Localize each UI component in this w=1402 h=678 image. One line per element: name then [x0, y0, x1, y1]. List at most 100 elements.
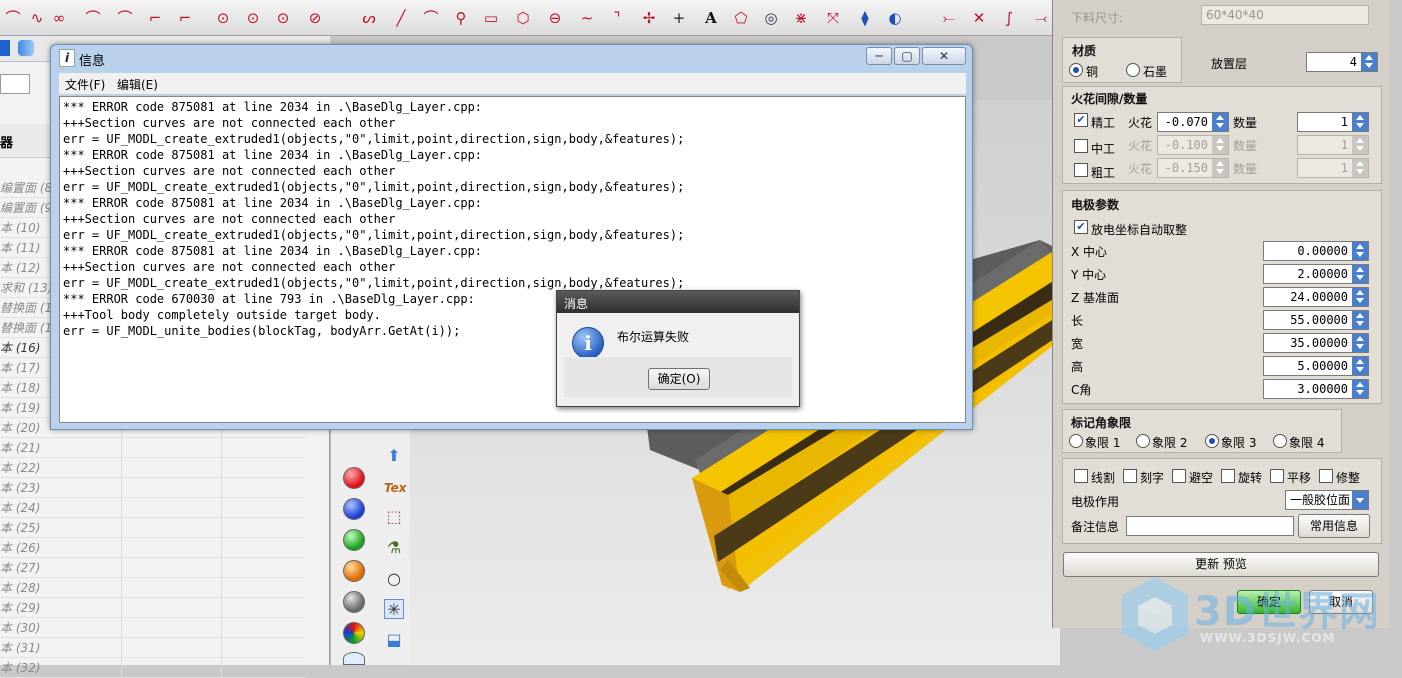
box-select-icon[interactable]: ⬚ — [384, 507, 404, 527]
trim-corner-icon[interactable]: ✕ — [968, 8, 990, 28]
minimize-button[interactable]: ─ — [866, 47, 892, 65]
param-spinner[interactable] — [1352, 288, 1368, 306]
cylinder-icon[interactable] — [18, 40, 34, 56]
layer-field[interactable]: 4 — [1306, 52, 1378, 72]
corner-tool-icon[interactable]: ⌐ — [174, 8, 196, 28]
navigator-row[interactable]: 本 (23) — [0, 478, 305, 498]
circle-tool-icon[interactable]: ⊙ — [242, 8, 264, 28]
circle-tool-icon[interactable]: ⊙ — [212, 8, 234, 28]
navigator-row[interactable]: 本 (25) — [0, 518, 305, 538]
fillet-tool-icon[interactable]: ⌝ — [606, 8, 628, 28]
navigator-row[interactable]: 本 (21) — [0, 438, 305, 458]
curve-tool-icon[interactable]: ∿ — [26, 8, 48, 28]
param-spinner[interactable] — [1352, 380, 1368, 398]
line-tool-icon[interactable]: ╱ — [390, 8, 412, 28]
rectangle-tool-icon[interactable]: ▭ — [480, 8, 502, 28]
ok-button[interactable]: 确定(O) — [648, 368, 710, 390]
maximize-button[interactable]: ▢ — [894, 47, 920, 65]
finish-count-field[interactable]: 1 — [1297, 112, 1369, 132]
paint-icon[interactable]: ⚗ — [384, 538, 404, 558]
arc-tool-icon[interactable]: ⌒ — [114, 8, 136, 28]
quadrant-4-radio[interactable] — [1273, 434, 1287, 448]
param-spinner[interactable] — [1352, 357, 1368, 375]
project-curve-icon[interactable]: ⤧ — [822, 8, 844, 28]
menu-edit[interactable]: 编辑(E) — [117, 76, 158, 93]
trim-curve-icon[interactable]: ⤚ — [938, 8, 960, 28]
move-icon[interactable]: ⬆ — [384, 446, 404, 466]
update-preview-button[interactable]: 更新 预览 — [1063, 552, 1379, 577]
export-icon[interactable]: ⬓ — [384, 630, 404, 650]
option-checkbox[interactable] — [1123, 469, 1137, 483]
arc-tool-icon[interactable]: ⌒ — [82, 8, 104, 28]
red-color-icon[interactable] — [343, 467, 365, 489]
material-radio-graphite[interactable] — [1126, 63, 1140, 77]
curve-tool-icon[interactable]: ⌒ — [2, 8, 24, 28]
spline-tool-icon[interactable]: ᔕ — [358, 8, 380, 28]
common-info-button[interactable]: 常用信息 — [1298, 514, 1370, 538]
point-set-icon[interactable]: ✢ — [638, 8, 660, 28]
param-spinner[interactable] — [1352, 265, 1368, 283]
white-color-icon[interactable] — [343, 652, 365, 665]
circle-tool-icon[interactable]: ⊙ — [272, 8, 294, 28]
menu-file[interactable]: 文件(F) — [65, 76, 105, 93]
option-checkbox[interactable] — [1319, 469, 1333, 483]
split-curve-icon[interactable]: ⤙ — [1030, 8, 1052, 28]
crosshair-icon[interactable]: + — [668, 8, 690, 28]
close-button[interactable]: ✕ — [922, 47, 966, 65]
rough-checkbox[interactable]: ✔ — [1074, 163, 1088, 177]
navigator-tool-icon[interactable] — [0, 40, 10, 56]
text-3d-icon[interactable]: Tex — [384, 478, 407, 498]
wave-tool-icon[interactable]: ∼ — [576, 8, 598, 28]
finish-checkbox[interactable]: ✔ — [1074, 113, 1088, 127]
navigator-row[interactable]: 本 (28) — [0, 578, 305, 598]
semi-checkbox[interactable]: ✔ — [1074, 139, 1088, 153]
navigator-row[interactable]: 本 (26) — [0, 538, 305, 558]
param-field[interactable]: 3.00000 — [1263, 379, 1369, 399]
quadrant-1-radio[interactable] — [1069, 434, 1083, 448]
finish-gap-field[interactable]: -0.070 — [1157, 112, 1229, 132]
navigator-row[interactable]: 本 (27) — [0, 558, 305, 578]
circle-icon[interactable]: ○ — [384, 569, 404, 589]
arc-tool-icon[interactable]: ⌒ — [420, 8, 442, 28]
layer-spinner[interactable] — [1361, 53, 1377, 71]
quadrant-2-radio[interactable] — [1136, 434, 1150, 448]
option-checkbox[interactable] — [1074, 469, 1088, 483]
extend-curve-icon[interactable]: ∫ — [998, 8, 1020, 28]
polygon-tool-icon[interactable]: ⬡ — [512, 8, 534, 28]
navigator-row[interactable]: 本 (22) — [0, 458, 305, 478]
navigator-row[interactable]: 本 (30) — [0, 618, 305, 638]
function-dropdown[interactable]: 一般胶位面 — [1285, 490, 1369, 510]
helix-tool-icon[interactable]: ◎ — [760, 8, 782, 28]
shape-tool-icon[interactable]: ⬠ — [730, 8, 752, 28]
wrap-curve-icon[interactable]: ◐ — [884, 8, 906, 28]
text-tool-icon[interactable]: A — [700, 8, 722, 28]
param-field[interactable]: 24.00000 — [1263, 287, 1369, 307]
param-spinner[interactable] — [1352, 242, 1368, 260]
param-spinner[interactable] — [1352, 334, 1368, 352]
curve-tool-icon[interactable]: ∞ — [48, 8, 70, 28]
multicolor-icon[interactable] — [343, 622, 365, 644]
param-field[interactable]: 5.00000 — [1263, 356, 1369, 376]
option-checkbox[interactable] — [1172, 469, 1186, 483]
auto-round-checkbox[interactable]: ✔ — [1074, 220, 1088, 234]
navigator-row[interactable]: 本 (31) — [0, 638, 305, 658]
param-field[interactable]: 35.00000 — [1263, 333, 1369, 353]
param-field[interactable]: 0.00000 — [1263, 241, 1369, 261]
orange-color-icon[interactable] — [343, 560, 365, 582]
option-checkbox[interactable] — [1270, 469, 1284, 483]
navigator-row[interactable]: 本 (24) — [0, 498, 305, 518]
snowflake-icon[interactable]: ✳ — [384, 599, 404, 619]
param-field[interactable]: 2.00000 — [1263, 264, 1369, 284]
combine-curve-icon[interactable]: ⧫ — [854, 8, 876, 28]
point-tool-icon[interactable]: ⚲ — [450, 8, 472, 28]
finish-gap-spinner[interactable] — [1212, 113, 1228, 131]
finish-count-spinner[interactable] — [1352, 113, 1368, 131]
navigator-row[interactable]: 本 (32) — [0, 658, 305, 678]
offset-curve-icon[interactable]: ⋇ — [790, 8, 812, 28]
info-log-text[interactable]: *** ERROR code 875081 at line 2034 in .\… — [59, 96, 966, 423]
option-checkbox[interactable] — [1221, 469, 1235, 483]
param-spinner[interactable] — [1352, 311, 1368, 329]
quadrant-3-radio[interactable] — [1205, 434, 1219, 448]
material-radio-copper[interactable] — [1069, 63, 1083, 77]
ellipse-tool-icon[interactable]: ⊖ — [544, 8, 566, 28]
